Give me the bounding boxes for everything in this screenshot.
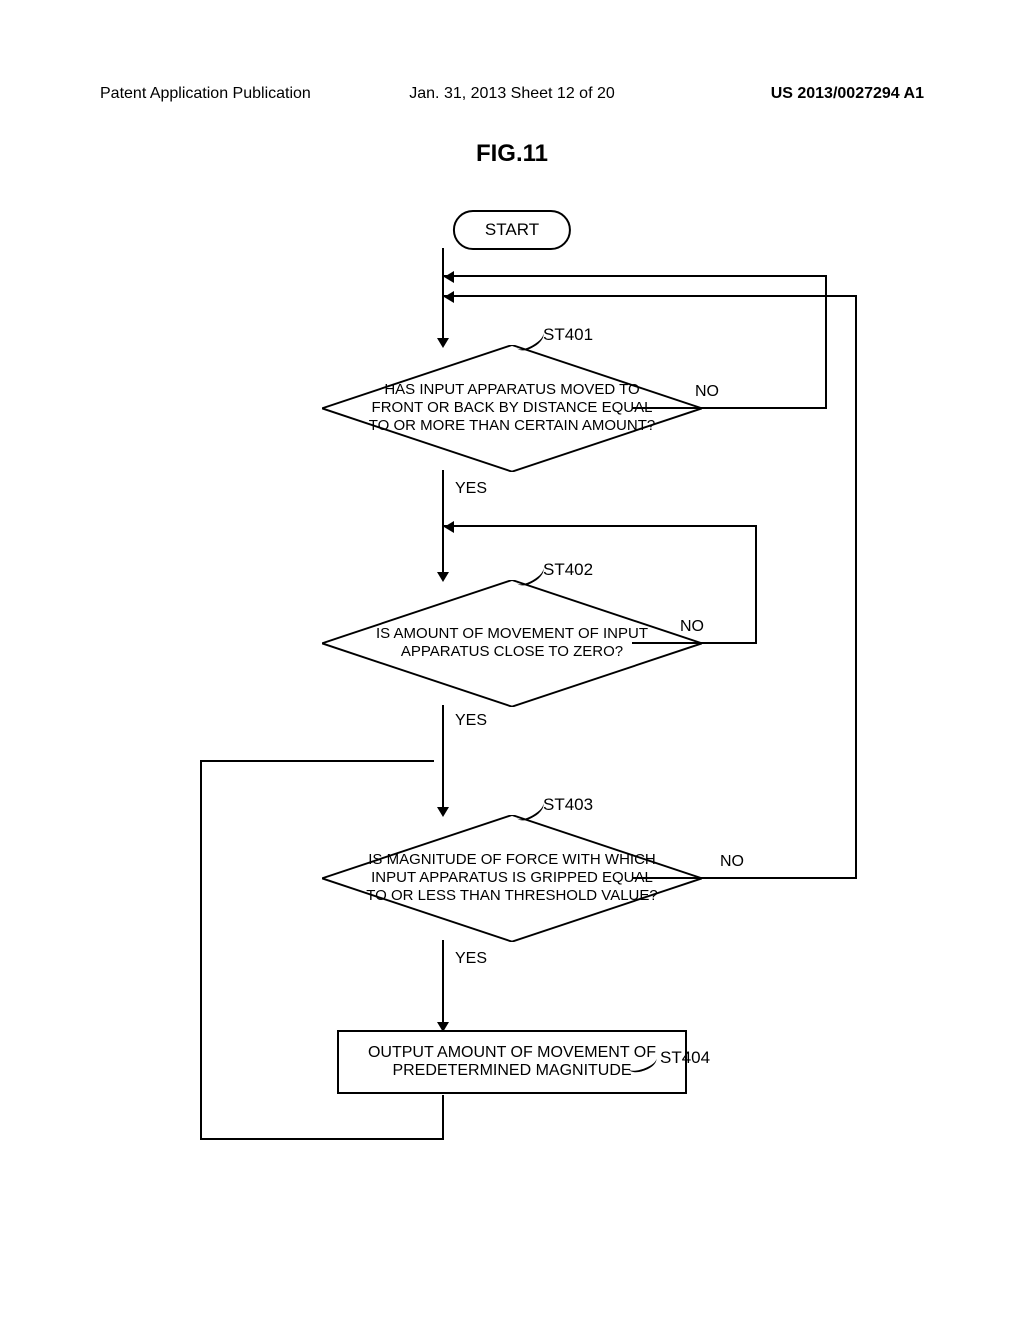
connector-line	[632, 877, 857, 879]
connector-line	[443, 295, 857, 297]
decision-st402-text: IS AMOUNT OF MOVEMENT OF INPUT APPARATUS…	[360, 625, 664, 661]
step-label-st404: ST404	[660, 1048, 710, 1068]
connector-line	[200, 760, 202, 1140]
connector-line	[442, 1095, 444, 1140]
header-date-sheet: Jan. 31, 2013 Sheet 12 of 20	[409, 85, 615, 103]
arrow-icon	[444, 291, 454, 303]
header-publication: Patent Application Publication	[100, 85, 311, 103]
connector-line	[755, 525, 757, 644]
connector-line	[443, 275, 827, 277]
header-patent-number: US 2013/0027294 A1	[771, 85, 924, 103]
arrow-icon	[444, 521, 454, 533]
connector-line	[442, 705, 444, 815]
decision-st401-text: HAS INPUT APPARATUS MOVED TO FRONT OR BA…	[360, 381, 664, 435]
label-no: NO	[695, 383, 719, 401]
decision-st403-text: IS MAGNITUDE OF FORCE WITH WHICH INPUT A…	[360, 851, 664, 905]
label-yes: YES	[455, 480, 487, 498]
step-label-st403: ST403	[543, 795, 593, 815]
step-label-st402: ST402	[543, 560, 593, 580]
connector-line	[200, 760, 434, 762]
connector-line	[443, 525, 757, 527]
flowchart-start: START	[453, 210, 571, 250]
arrow-icon	[444, 271, 454, 283]
connector-line	[442, 940, 444, 1030]
label-yes: YES	[455, 712, 487, 730]
label-no: NO	[720, 853, 744, 871]
connector-line	[200, 1138, 444, 1140]
label-no: NO	[680, 618, 704, 636]
step-label-st401: ST401	[543, 325, 593, 345]
patent-header: Patent Application Publication Jan. 31, …	[0, 85, 1024, 103]
figure-title: FIG.11	[476, 140, 548, 168]
connector-line	[632, 407, 827, 409]
label-yes: YES	[455, 950, 487, 968]
flowchart: START HAS INPUT APPARATUS MOVED TO FRONT…	[0, 200, 1024, 1300]
connector-line	[632, 642, 757, 644]
connector-line	[855, 295, 857, 879]
